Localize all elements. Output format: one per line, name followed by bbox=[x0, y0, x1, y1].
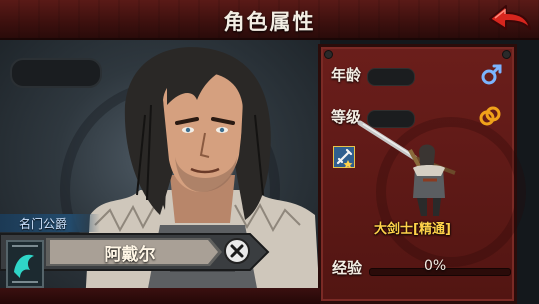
bottom-trim bbox=[0, 288, 320, 304]
rivet bbox=[324, 50, 333, 59]
male-icon bbox=[481, 64, 502, 85]
close-icon bbox=[230, 244, 244, 258]
page-title: 角色属性 bbox=[223, 10, 316, 34]
sword-skill-icon[interactable] bbox=[333, 146, 355, 168]
back-arrow-icon[interactable] bbox=[486, 3, 532, 35]
rivet bbox=[502, 50, 511, 59]
close-button[interactable] bbox=[224, 238, 250, 264]
hero-name: 阿戴尔 bbox=[104, 245, 156, 265]
unit-sprite bbox=[357, 120, 456, 216]
age-label: 年龄 bbox=[331, 66, 362, 84]
experience-label: 经验 bbox=[332, 259, 363, 277]
guild-banner-icon bbox=[6, 240, 44, 288]
hero-title-text: 名门公爵 bbox=[19, 217, 68, 231]
guild-emblem-icon bbox=[12, 245, 38, 283]
header-bar: 角色属性 bbox=[0, 0, 539, 40]
age-value-field bbox=[367, 68, 415, 86]
ring-icon bbox=[479, 106, 501, 126]
experience-value: 0% bbox=[424, 258, 447, 274]
unit-class-label: 大剑士[精通] bbox=[374, 222, 451, 237]
hero-title-tag: 名门公爵 bbox=[0, 214, 100, 232]
